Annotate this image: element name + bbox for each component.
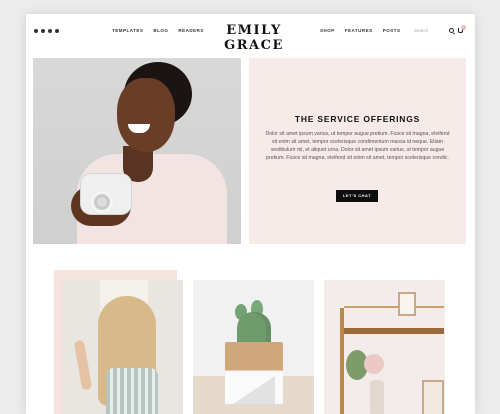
nav-item-blog[interactable]: BLOG bbox=[153, 28, 168, 33]
facebook-icon[interactable] bbox=[34, 29, 38, 33]
service-offerings-panel: THE SERVICE OFFERINGS Dolor sit amet ips… bbox=[249, 58, 466, 244]
service-description: Dolor sit amet ipsum varius, ut tempor a… bbox=[265, 131, 450, 161]
page: TEMPLATES BLOG READERS EMILY GRACE SHOP … bbox=[26, 14, 475, 414]
gallery-card-shelf[interactable] bbox=[324, 280, 445, 414]
gallery-card-woman[interactable] bbox=[62, 280, 183, 414]
shelf-shape bbox=[344, 328, 444, 334]
nav-item-shop[interactable]: SHOP bbox=[320, 28, 335, 33]
ladder-frame-shape bbox=[340, 308, 344, 414]
flower-icon bbox=[364, 354, 384, 374]
site-logo[interactable]: EMILY GRACE bbox=[196, 23, 312, 53]
service-title: THE SERVICE OFFERINGS bbox=[294, 114, 421, 124]
face-shape bbox=[117, 78, 175, 152]
vase-icon bbox=[370, 380, 384, 414]
dress-shape bbox=[106, 368, 158, 414]
hero-portrait-photo bbox=[33, 58, 241, 244]
lets-chat-button[interactable]: LET'S CHAT bbox=[336, 190, 378, 202]
picture-frame-icon bbox=[422, 380, 444, 414]
nav-right: SHOP FEATURES POSTS bbox=[320, 28, 400, 33]
nav-item-posts[interactable]: POSTS bbox=[383, 28, 401, 33]
picture-frame-icon bbox=[398, 292, 416, 316]
nav-item-templates[interactable]: TEMPLATES bbox=[112, 28, 143, 33]
gallery-card-cactus[interactable] bbox=[193, 280, 314, 414]
pot-shape bbox=[225, 342, 283, 404]
search-input[interactable]: Search bbox=[414, 28, 428, 33]
camera-lens-icon bbox=[91, 191, 113, 213]
shelf-top-shape bbox=[344, 306, 444, 308]
arm-shape bbox=[73, 339, 93, 391]
social-links bbox=[34, 29, 59, 33]
instagram-icon[interactable] bbox=[41, 29, 45, 33]
site-header: TEMPLATES BLOG READERS EMILY GRACE SHOP … bbox=[26, 14, 475, 53]
nav-left: TEMPLATES BLOG READERS bbox=[112, 28, 204, 33]
nav-item-features[interactable]: FEATURES bbox=[345, 28, 373, 33]
pinterest-icon[interactable] bbox=[48, 29, 52, 33]
search-icon[interactable] bbox=[449, 28, 454, 33]
heart-icon[interactable] bbox=[55, 29, 59, 33]
cart-count-badge: 0 bbox=[461, 25, 466, 30]
